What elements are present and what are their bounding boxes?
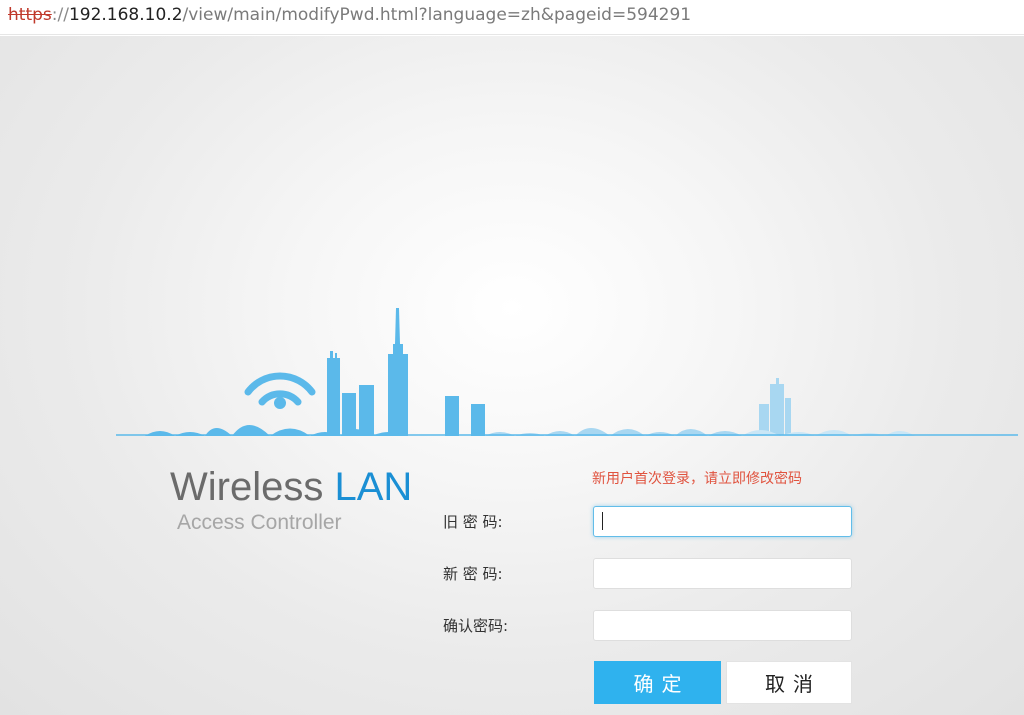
- wifi-icon: [244, 372, 316, 409]
- brand-title-primary: Wireless: [170, 465, 335, 509]
- confirm-password-label: 确认密码:: [443, 617, 509, 635]
- brand-title: Wireless LAN: [170, 465, 412, 509]
- old-password-label: 旧 密 码:: [443, 513, 503, 531]
- city-buildings: [327, 308, 485, 436]
- first-login-notice: 新用户首次登录，请立即修改密码: [592, 471, 802, 487]
- brand-subtitle: Access Controller: [177, 511, 342, 534]
- browser-address-bar[interactable]: https://192.168.10.2/view/main/modifyPwd…: [0, 0, 1024, 35]
- url-text[interactable]: https://192.168.10.2/view/main/modifyPwd…: [8, 0, 691, 30]
- confirm-password-input[interactable]: [593, 610, 852, 641]
- text-cursor: [602, 512, 603, 530]
- url-host: 192.168.10.2: [68, 5, 183, 25]
- new-password-input[interactable]: [593, 558, 852, 589]
- cancel-button[interactable]: 取消: [726, 661, 852, 704]
- login-page: Wireless LAN Access Controller 新用户首次登录，请…: [0, 36, 1024, 715]
- skyline-illustration: [116, 308, 1018, 436]
- url-path: /view/main/modifyPwd.html?language=zh&pa…: [182, 5, 692, 25]
- url-scheme: https: [8, 5, 52, 25]
- url-separator: ://: [51, 5, 69, 25]
- new-password-label: 新 密 码:: [443, 565, 503, 583]
- brand-title-accent: LAN: [334, 465, 413, 509]
- city-buildings-far: [759, 378, 791, 436]
- old-password-input[interactable]: [593, 506, 852, 537]
- confirm-button[interactable]: 确定: [594, 661, 721, 704]
